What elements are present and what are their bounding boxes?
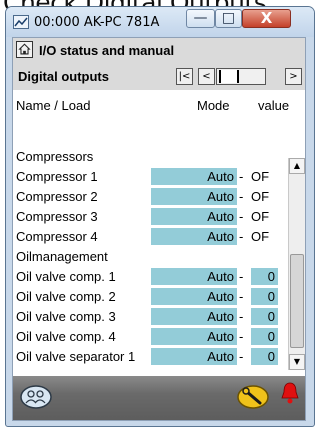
output-name: Compressor 2	[16, 189, 98, 204]
mode-field[interactable]: Auto	[151, 228, 237, 245]
client-area: I/O status and manual Digital outputs |<…	[12, 37, 306, 421]
output-name: Compressor 3	[16, 209, 98, 224]
screen-header: I/O status and manual	[13, 38, 305, 64]
output-name: Compressor 4	[16, 229, 98, 244]
output-row: Compressor 1 Auto - OF	[13, 168, 283, 185]
value-field[interactable]: 0	[251, 328, 278, 345]
group-row: Oilmanagement	[13, 248, 283, 265]
minimize-icon: —	[193, 10, 208, 26]
mode-field[interactable]: Auto	[151, 308, 237, 325]
scroll-down-button[interactable]: ▼	[289, 354, 305, 370]
minimize-button[interactable]: —	[186, 9, 215, 28]
first-page-button[interactable]: |<	[176, 68, 193, 85]
users-icon[interactable]	[19, 383, 53, 411]
output-row: Compressor 4 Auto - OF	[13, 228, 283, 245]
window-title: 00:000 AK-PC 781A	[34, 15, 160, 30]
mode-field[interactable]: Auto	[151, 208, 237, 225]
output-name: Oil valve separator 1	[16, 349, 136, 364]
home-icon[interactable]	[16, 41, 33, 58]
value-text: OF	[251, 229, 270, 244]
separator-dash: -	[239, 229, 244, 244]
separator-dash: -	[239, 189, 244, 204]
section-header: Digital outputs |< < >	[13, 63, 305, 90]
previous-page-button[interactable]: <	[198, 68, 215, 85]
close-button[interactable]: X	[242, 9, 291, 28]
page-slider-thumb[interactable]	[219, 70, 239, 83]
scrollbar-thumb[interactable]	[290, 254, 304, 348]
footer-bar	[13, 376, 305, 420]
mode-field[interactable]: Auto	[151, 168, 237, 185]
title-bar[interactable]: 00:000 AK-PC 781A — □ X	[6, 7, 314, 37]
maximize-button[interactable]: □	[215, 9, 242, 28]
app-window: 00:000 AK-PC 781A — □ X I/O status and m…	[5, 6, 315, 427]
column-header-mode: Mode	[197, 98, 230, 113]
mode-field[interactable]: Auto	[151, 268, 237, 285]
column-header-value: value	[258, 98, 290, 113]
value-text: OF	[251, 209, 270, 224]
value-text: OF	[251, 169, 270, 184]
value-field[interactable]: 0	[251, 268, 278, 285]
separator-dash: -	[239, 209, 244, 224]
output-row: Oil valve comp. 3 Auto - 0	[13, 308, 283, 325]
output-name: Oil valve comp. 3	[16, 309, 116, 324]
section-title: Digital outputs	[18, 69, 109, 84]
output-row: Oil valve comp. 1 Auto - 0	[13, 268, 283, 285]
output-name: Compressor 1	[16, 169, 98, 184]
value-field[interactable]: 0	[251, 288, 278, 305]
column-header-name: Name / Load	[16, 98, 91, 113]
close-icon: X	[260, 9, 273, 27]
output-row: Oil valve separator 1 Auto - 0	[13, 348, 283, 365]
output-name: Oil valve comp. 1	[16, 269, 116, 284]
bell-icon[interactable]	[280, 381, 300, 405]
separator-dash: -	[239, 349, 244, 364]
wrench-icon[interactable]	[236, 383, 270, 411]
value-text: OF	[251, 189, 270, 204]
output-name: Oil valve comp. 4	[16, 329, 116, 344]
mode-field[interactable]: Auto	[151, 328, 237, 345]
next-page-button[interactable]: >	[285, 68, 302, 85]
output-row: Oil valve comp. 2 Auto - 0	[13, 288, 283, 305]
output-name: Oil valve comp. 2	[16, 289, 116, 304]
list-scrollbar[interactable]: ▲ ▼	[288, 158, 305, 370]
mode-field[interactable]: Auto	[151, 288, 237, 305]
output-row: Oil valve comp. 4 Auto - 0	[13, 328, 283, 345]
value-field[interactable]: 0	[251, 308, 278, 325]
output-row: Compressor 3 Auto - OF	[13, 208, 283, 225]
mode-field[interactable]: Auto	[151, 188, 237, 205]
separator-dash: -	[239, 269, 244, 284]
screen-title: I/O status and manual	[39, 43, 175, 58]
scroll-up-button[interactable]: ▲	[289, 158, 305, 174]
value-field[interactable]: 0	[251, 348, 278, 365]
group-label: Oilmanagement	[16, 249, 108, 264]
maximize-icon: □	[221, 10, 236, 26]
page-slider[interactable]	[216, 68, 266, 85]
group-label: Compressors	[16, 149, 94, 164]
separator-dash: -	[239, 169, 244, 184]
mode-field[interactable]: Auto	[151, 348, 237, 365]
group-row: Compressors	[13, 148, 283, 165]
separator-dash: -	[239, 309, 244, 324]
output-row: Compressor 2 Auto - OF	[13, 188, 283, 205]
chart-line-icon	[13, 15, 29, 29]
separator-dash: -	[239, 289, 244, 304]
separator-dash: -	[239, 329, 244, 344]
